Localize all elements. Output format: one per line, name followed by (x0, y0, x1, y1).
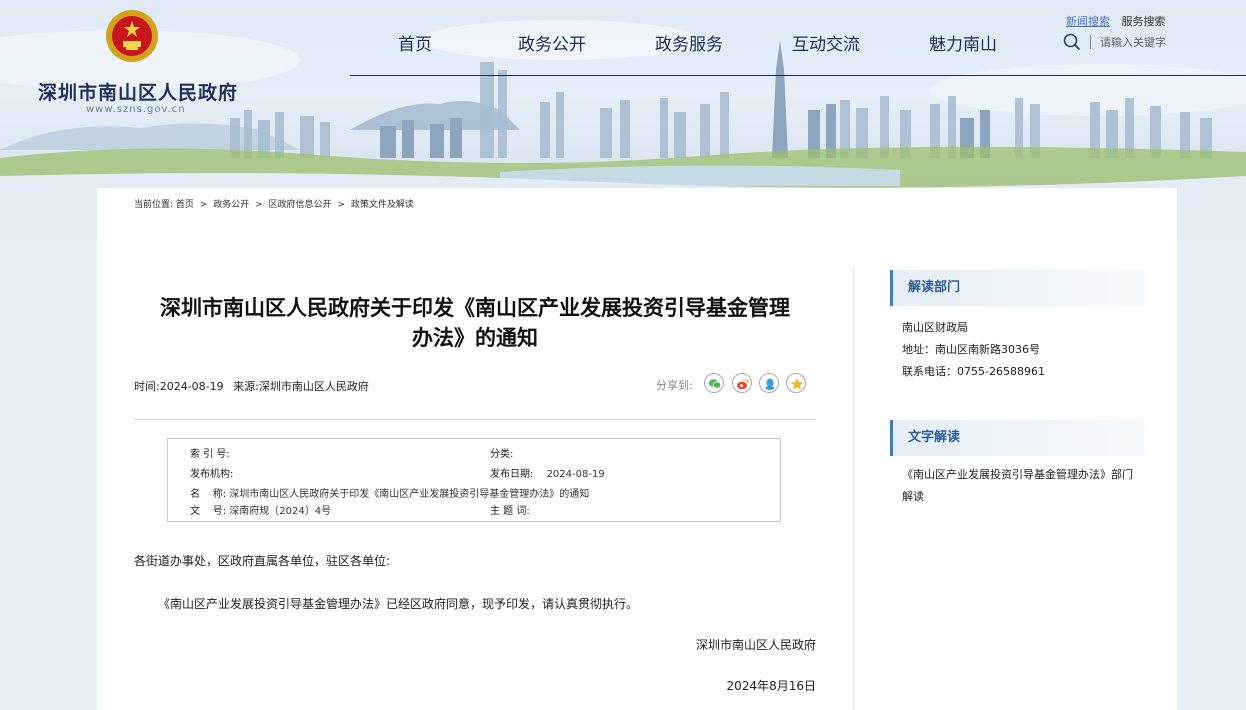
meta-divider (134, 419, 816, 420)
site-name: 深圳市南山区人民政府 (38, 82, 239, 104)
weibo-icon[interactable] (732, 373, 752, 393)
category-row: 分类: (490, 445, 513, 460)
sidebar-heading-text-interpretation: 文字解读 (890, 420, 1145, 456)
index-number-row: 索 引 号: (190, 445, 230, 460)
source-name: 深圳市南山区人民政府 (258, 380, 369, 393)
source-label: 来源: (233, 380, 259, 393)
doc-name-value: 深圳市南山区人民政府关于印发《南山区产业发展投资引导基金管理办法》的通知 (229, 489, 590, 500)
signature-date: 2024年8月16日 (726, 679, 816, 693)
doc-number-row: 文 号: 深南府规〔2024〕4号 (190, 502, 331, 517)
breadcrumb-separator: > (337, 200, 345, 210)
dept-phone: 联系电话：0755-26588961 (902, 365, 1045, 378)
column-divider (853, 268, 854, 710)
body-paragraph: 《南山区产业发展投资引导基金管理办法》已经区政府同意，现予印发，请认真贯彻执行。 (158, 597, 639, 611)
sidebar-heading-dept: 解读部门 (890, 270, 1145, 306)
interpretation-link[interactable]: 《南山区产业发展投资引导基金管理办法》部门解读 (902, 464, 1134, 508)
nav-item-gov-affairs-public[interactable]: 政务公开 (518, 30, 586, 55)
pubdate-row: 发布日期: 2024-08-19 (490, 465, 605, 480)
publish-time: 2024-08-19 (159, 380, 224, 393)
pubdate-label: 发布日期: (490, 469, 534, 480)
pubdate-value: 2024-08-19 (546, 469, 605, 480)
doc-number-label: 文 号: (190, 506, 227, 517)
subject-row: 主 题 词: (490, 502, 530, 517)
doc-number-value: 深南府规〔2024〕4号 (229, 506, 332, 517)
breadcrumb-label: 当前位置: (134, 200, 174, 210)
breadcrumb: 当前位置: 首页 > 政务公开 > 区政府信息公开 > 政策文件及解读 (134, 197, 414, 210)
service-search-link[interactable]: 服务搜索 (1122, 15, 1166, 28)
signature: 深圳市南山区人民政府 (695, 638, 816, 652)
document-info-box: 索 引 号: 分类: 发布机构: 发布日期: 2024-08-19 名 称: 深… (167, 438, 781, 522)
issuer-label: 发布机构: (190, 469, 234, 480)
share-label: 分享到: (656, 379, 693, 392)
category-label: 分类: (490, 449, 514, 460)
qq-icon[interactable] (759, 373, 779, 393)
site-url: www.szns.gov.cn (86, 104, 186, 115)
dept-name: 南山区财政局 (902, 321, 968, 334)
breadcrumb-item-home[interactable]: 首页 (176, 200, 194, 210)
index-number-label: 索 引 号: (190, 449, 230, 460)
doc-name-label: 名 称: (190, 489, 227, 500)
nav-divider (350, 75, 1246, 76)
salutation: 各街道办事处，区政府直属各单位，驻区各单位: (134, 554, 391, 568)
nav-item-interaction[interactable]: 互动交流 (792, 30, 860, 55)
qzone-icon[interactable] (786, 373, 806, 393)
doc-name-row: 名 称: 深圳市南山区人民政府关于印发《南山区产业发展投资引导基金管理办法》的通… (190, 485, 589, 500)
breadcrumb-separator: > (255, 200, 263, 210)
article-title-line-1: 深圳市南山区人民政府关于印发《南山区产业发展投资引导基金管理 (160, 296, 790, 320)
content-panel: 当前位置: 首页 > 政务公开 > 区政府信息公开 > 政策文件及解读 深圳市南… (97, 188, 1177, 710)
article-title: 深圳市南山区人民政府关于印发《南山区产业发展投资引导基金管理 办法》的通知 (134, 293, 816, 353)
news-search-link[interactable]: 新闻搜索 (1066, 15, 1110, 28)
nav-item-charm-nanshan[interactable]: 魅力南山 (929, 30, 997, 55)
national-emblem-logo (104, 8, 160, 64)
time-label: 时间: (134, 380, 160, 393)
nav-item-home[interactable]: 首页 (398, 30, 432, 55)
article-meta: 时间:2024-08-19 来源:深圳市南山区人民政府 (134, 378, 369, 394)
dept-address: 地址：南山区南新路3036号 (902, 343, 1040, 356)
search-input[interactable] (1100, 33, 1220, 51)
breadcrumb-item-gov-affairs-public[interactable]: 政务公开 (213, 200, 249, 210)
breadcrumb-separator: > (199, 200, 208, 210)
nav-item-gov-services[interactable]: 政务服务 (655, 30, 723, 55)
search-separator (1090, 35, 1091, 49)
article-title-line-2: 办法》的通知 (412, 326, 538, 350)
top-links: 新闻搜索 服务搜索 (1066, 13, 1166, 29)
search-icon[interactable] (1063, 33, 1081, 51)
wechat-icon[interactable] (704, 373, 724, 393)
breadcrumb-item-district-info-public[interactable]: 区政府信息公开 (269, 200, 332, 210)
breadcrumb-item-policy-docs[interactable]: 政策文件及解读 (351, 200, 414, 210)
issuer-row: 发布机构: (190, 465, 233, 480)
subject-label: 主 题 词: (490, 506, 530, 517)
